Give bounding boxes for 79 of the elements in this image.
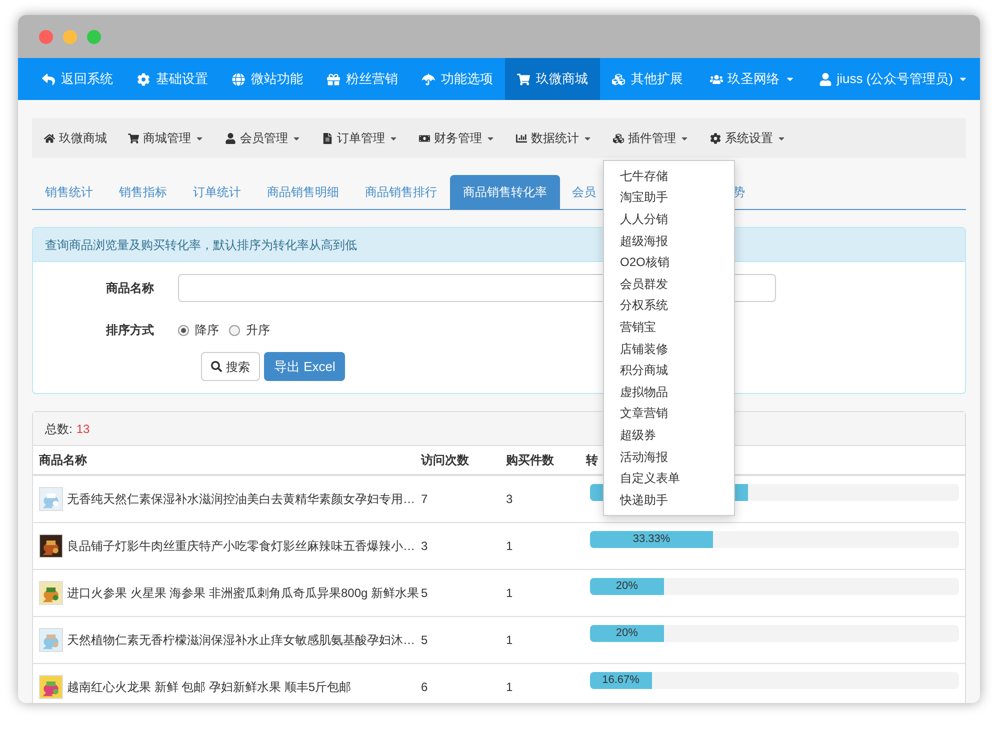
cubes-icon [612,72,625,86]
home-icon [44,132,55,144]
menu-item[interactable]: 人人分销 [604,208,734,230]
table-cell-text: 1 [506,538,514,555]
menu-item[interactable]: 活动海报 [604,446,734,468]
table-cell-text: 7 [421,491,429,508]
close-icon[interactable] [39,30,53,44]
search-button[interactable]: 搜索 [201,352,260,381]
table-cell-text: 5 [421,585,429,602]
user-icon [225,132,236,144]
table-cell-text: 1 [506,632,514,649]
menu-item[interactable]: 七牛存储 [604,165,734,187]
menu-item[interactable]: 会员群发 [604,272,734,295]
column-header: 访问次数 [421,453,469,467]
tab[interactable]: 商品销售转化率 [450,175,560,209]
users-icon [710,72,723,86]
maximize-icon[interactable] [87,30,101,44]
column-header: 转 [586,453,598,467]
document-icon [322,132,333,144]
product-name: 越南红心火龙果 新鲜 包邮 孕妇新鲜水果 顺丰5斤包邮 [67,679,352,696]
product-name: 无香纯天然仁素保湿补水滋润控油美白去黄精华素颜女孕妇专用… [67,491,415,508]
minimize-icon[interactable] [63,30,77,44]
menu-item[interactable]: 超级海报 [604,230,734,252]
globe-icon [232,72,245,86]
product-name: 进口火参果 火星果 海参果 非洲蜜瓜刺角瓜奇瓜异果800g 新鲜水果 [67,585,420,602]
field-label: 排序方式 [104,322,155,339]
banknote-icon [419,132,430,144]
cubes-icon [613,132,624,144]
cart-icon [128,132,139,144]
search-icon [211,361,222,372]
gear-icon [137,72,150,86]
product-name: 良品铺子灯影牛肉丝重庆特产小吃零食灯影丝麻辣味五香爆辣小… [67,538,415,555]
nav-item[interactable]: 玖微商城 [505,58,600,100]
cart-icon [517,72,530,86]
table-cell-text: 6 [421,679,429,696]
menu-item[interactable]: 快递助手 [604,488,734,510]
menu-item[interactable]: 文章营销 [604,402,734,424]
sub-nav-item[interactable]: 玖微商城 [44,129,107,147]
bar-chart-icon [516,132,527,144]
field-label: 商品名称 [105,280,155,297]
reply-icon [42,72,55,86]
menu-item[interactable]: 超级券 [604,424,734,446]
table-cell-text: 1 [506,679,514,696]
sort-radio[interactable]: 升序 [229,321,270,339]
menu-item[interactable]: 营销宝 [604,316,734,338]
sub-nav-item[interactable]: 商城管理 [128,129,204,147]
sub-nav-item[interactable]: 数据统计 [516,129,592,147]
gift-icon [327,72,340,86]
menu-item[interactable]: 淘宝助手 [604,186,734,208]
sub-nav-item[interactable]: 插件管理 [613,129,689,147]
menu-item[interactable]: 虚拟物品 [604,380,734,403]
table-cell-text: 1 [506,585,514,602]
umbrella-icon [422,72,435,86]
total-label: 总数: [45,420,72,438]
sort-radio[interactable]: 降序 [178,321,219,339]
info-text: 查询商品浏览量及购买转化率，默认排序为转化率从高到低 [45,236,357,254]
user-icon [818,72,832,86]
menu-item[interactable]: 自定义表单 [604,467,734,489]
sub-nav-item[interactable]: 财务管理 [419,129,495,147]
menu-item[interactable]: 积分商城 [604,359,734,381]
menu-item[interactable]: O2O核销 [604,251,734,273]
table-cell-text: 5 [421,632,429,649]
column-header: 购买件数 [506,453,554,467]
menu-item[interactable]: 分权系统 [604,294,734,316]
progress-fill: 33.33% [590,531,713,548]
total-count: 13 [76,420,90,438]
progress-fill: 16.67% [590,672,652,689]
gear-icon [710,132,721,144]
menu-item[interactable]: 店铺装修 [604,338,734,360]
table-cell-text: 3 [506,491,514,508]
sub-nav-item[interactable]: 会员管理 [225,129,301,147]
table-cell-text: 3 [421,538,429,555]
progress-fill: 20% [590,625,664,642]
sub-nav-item[interactable]: 系统设置 [710,129,786,147]
product-name: 天然植物仁素无香柠檬滋润保湿补水止痒女敏感肌氨基酸孕妇沐… [67,632,415,649]
sub-nav-item[interactable]: 订单管理 [322,129,398,147]
progress-fill: 20% [590,578,664,595]
export-button[interactable]: 导出 Excel [264,352,346,381]
column-header: 商品名称 [39,453,87,467]
